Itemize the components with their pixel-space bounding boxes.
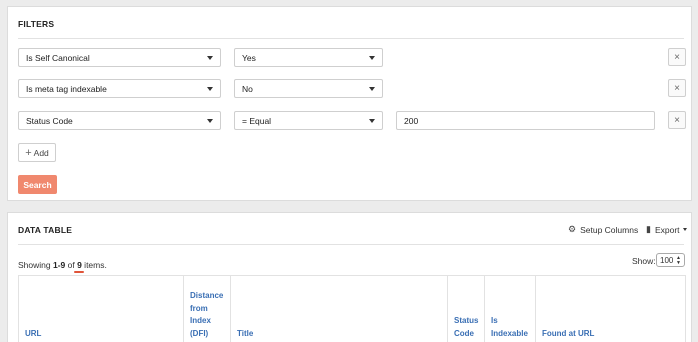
setup-columns-label: Setup Columns [580,224,639,235]
gear-icon: ⚙ [568,224,577,234]
items-suffix: items. [81,260,107,270]
filter-field-select-1[interactable]: Is Self Canonical [18,48,221,67]
items-range: 1-9 [52,260,66,270]
column-header-label: Title [237,328,254,338]
of-text: of [65,260,78,270]
remove-filter-button-2[interactable]: × [668,79,686,97]
chevron-down-icon [369,87,375,91]
chevron-down-icon [369,119,375,123]
remove-filter-button-3[interactable]: × [668,111,686,129]
page-size-value: 100 [660,255,674,265]
filters-divider [18,38,684,39]
plus-icon: + [25,146,32,159]
filter-value-text: 200 [404,115,419,126]
page-size-select[interactable]: 100 ▲ ▼ [656,253,685,267]
setup-columns-button[interactable]: ⚙ Setup Columns [568,224,638,235]
column-header-is-indexable[interactable]: Is Indexable [485,276,536,342]
add-filter-label: Add [33,147,49,158]
close-icon: × [674,82,680,94]
column-header-label: Status Code [454,316,479,338]
filter-value-input-3[interactable]: 200 [396,111,655,130]
add-filter-button[interactable]: + Add [18,143,56,162]
filter-operator-select-2[interactable]: No [234,79,383,98]
close-icon: × [674,114,680,126]
filter-field-select-3[interactable]: Status Code [18,111,221,130]
filter-operator-value: = Equal [242,115,272,126]
filter-operator-select-1[interactable]: Yes [234,48,383,67]
chevron-down-icon [369,56,375,60]
column-header-url[interactable]: URL [19,276,184,342]
filter-field-value: Status Code [26,115,73,126]
column-header-label: Is Indexable [491,316,528,338]
show-label: Show: [632,256,656,266]
remove-filter-button-1[interactable]: × [668,48,686,66]
filter-field-value: Is Self Canonical [26,52,90,63]
column-header-found-at-url[interactable]: Found at URL [536,276,687,342]
filter-operator-value: No [242,83,253,94]
data-table-divider [18,244,684,245]
column-header-label: Distance from Index (DFI) [190,291,224,338]
data-table-grid: URL Distance from Index (DFI) Title Stat… [18,275,686,342]
column-header-dfi[interactable]: Distance from Index (DFI) [184,276,231,342]
file-icon: ▮ [646,224,651,234]
column-header-label: URL [25,328,42,338]
filters-panel: FILTERS Is Self Canonical Yes × Is meta … [7,6,692,201]
chevron-down-icon [207,56,213,60]
filter-field-select-2[interactable]: Is meta tag indexable [18,79,221,98]
caret-down-icon [682,228,687,231]
items-summary: Showing 1-9 of 9 items. [18,260,107,270]
total-underline [74,271,84,273]
chevron-down-icon [207,119,213,123]
updown-arrows-icon: ▲ ▼ [676,255,681,266]
export-dropdown[interactable]: ▮ Export [646,224,687,235]
data-table-panel: DATA TABLE ⚙ Setup Columns ▮ Export Show… [7,212,692,342]
column-header-label: Found at URL [542,328,595,338]
column-header-title[interactable]: Title [231,276,448,342]
search-button[interactable]: Search [18,175,57,194]
filters-title: FILTERS [18,19,55,29]
filter-operator-select-3[interactable]: = Equal [234,111,383,130]
column-header-status-code[interactable]: Status Code [448,276,485,342]
showing-prefix: Showing [18,260,53,270]
close-icon: × [674,51,680,63]
export-label: Export [654,224,680,235]
filter-operator-value: Yes [242,52,256,63]
data-table-title: DATA TABLE [18,225,73,235]
chevron-down-icon [207,87,213,91]
filter-field-value: Is meta tag indexable [26,83,107,94]
